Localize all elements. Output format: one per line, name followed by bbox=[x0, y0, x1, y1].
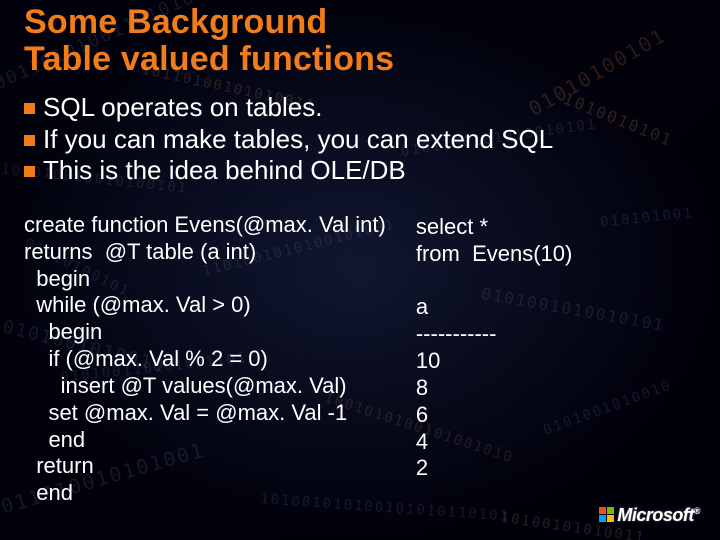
bullet-text: SQL operates on tables. bbox=[43, 92, 322, 124]
logo-text: Microsoft bbox=[617, 505, 694, 525]
logo-trademark: ® bbox=[694, 506, 700, 516]
title-line-1: Some Background bbox=[24, 3, 327, 41]
bullet-list: SQL operates on tables. If you can make … bbox=[24, 92, 710, 187]
slide: 010011010100110101001 10110100101010011 … bbox=[0, 0, 720, 540]
bullet-icon bbox=[24, 166, 35, 177]
result-block: select * from Evens(10) a ----------- 10… bbox=[416, 214, 573, 507]
bullet-icon bbox=[24, 135, 35, 146]
slide-title: Some Background Table valued functions bbox=[24, 4, 394, 79]
title-line-2: Table valued functions bbox=[24, 40, 394, 78]
content-columns: create function Evens(@max. Val int) ret… bbox=[24, 212, 698, 507]
bullet-item: This is the idea behind OLE/DB bbox=[24, 155, 710, 187]
windows-icon bbox=[599, 507, 615, 523]
bullet-item: SQL operates on tables. bbox=[24, 92, 710, 124]
microsoft-logo: Microsoft® bbox=[599, 505, 700, 526]
bullet-text: If you can make tables, you can extend S… bbox=[43, 124, 553, 156]
bullet-text: This is the idea behind OLE/DB bbox=[43, 155, 406, 187]
bullet-item: If you can make tables, you can extend S… bbox=[24, 124, 710, 156]
slide-body: SQL operates on tables. If you can make … bbox=[24, 92, 710, 187]
code-block: create function Evens(@max. Val int) ret… bbox=[24, 212, 386, 507]
bullet-icon bbox=[24, 103, 35, 114]
